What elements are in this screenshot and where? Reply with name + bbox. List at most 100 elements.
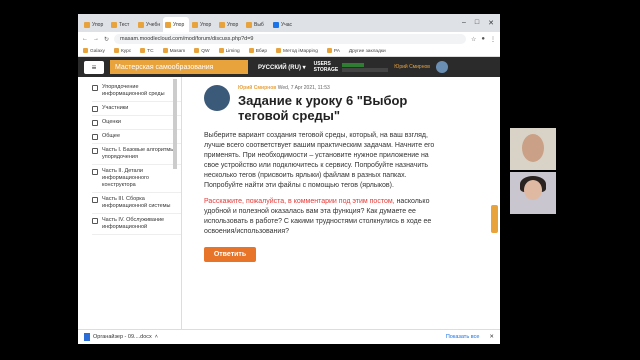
bookmark-label: TC: [147, 48, 154, 54]
favicon-icon: [246, 21, 252, 28]
hamburger-menu-icon[interactable]: ≡: [84, 60, 104, 74]
bookmark-icon: [140, 48, 146, 54]
sidebar-item[interactable]: Оценки: [92, 116, 181, 130]
window-controls: – □ ✕: [456, 19, 500, 32]
course-sidebar: Упорядочение информационной среды Участн…: [78, 77, 182, 329]
address-bar: ← → ↻ masam.moodlecloud.com/mod/forum/di…: [78, 32, 500, 46]
bookmark[interactable]: Вбир: [248, 48, 267, 54]
bookmark-other[interactable]: Другие закладки: [349, 49, 386, 54]
participant-face: [524, 180, 542, 200]
favicon-icon: [165, 21, 171, 28]
favicon-icon: [192, 21, 198, 28]
sidebar-item[interactable]: Часть III. Сборка информационной системы: [92, 193, 181, 214]
storage-bars: [342, 62, 389, 72]
sidebar-item[interactable]: Упорядочение информационной среды: [92, 81, 181, 102]
tab[interactable]: Упор: [82, 17, 108, 32]
sidebar-item[interactable]: Общее: [92, 130, 181, 144]
author-avatar[interactable]: [204, 85, 230, 111]
close-icon[interactable]: ✕: [488, 19, 494, 27]
tab-label: Тест: [119, 21, 130, 28]
chevron-up-icon[interactable]: ˄: [155, 334, 158, 340]
page-content: Упорядочение информационной среды Участн…: [78, 77, 500, 329]
drawer-toggle[interactable]: [491, 205, 498, 233]
sidebar-item-label: Часть III. Сборка информационной системы: [102, 196, 171, 209]
download-item[interactable]: Органайзер - 09....docx ˄: [84, 333, 158, 341]
sidebar-scrollbar[interactable]: [173, 79, 177, 169]
grades-icon: [92, 120, 98, 126]
bookmark-icon: [194, 48, 200, 54]
sidebar-item-label: Участники: [102, 105, 129, 111]
url-field[interactable]: masam.moodlecloud.com/mod/forum/discuss.…: [114, 34, 466, 44]
post-author[interactable]: Юрий Смирнов: [238, 85, 276, 91]
folder-icon: [92, 134, 98, 140]
tab[interactable]: Упор: [190, 17, 216, 32]
post-question: Расскажите, пожалуйста, в комментарии по…: [204, 197, 436, 237]
sidebar-item[interactable]: Часть IV. Обслуживание информационной: [92, 214, 181, 235]
users-storage-label: USERS STORAGE: [314, 61, 339, 73]
bookmark[interactable]: Liming: [218, 48, 240, 54]
favicon-icon: [273, 21, 279, 28]
bookmark-label: Вбир: [255, 48, 267, 54]
bookmark[interactable]: Galaxy: [83, 48, 105, 54]
tab[interactable]: Учебн: [136, 17, 162, 32]
back-icon[interactable]: ←: [82, 36, 88, 42]
moodle-navbar: ≡ Мастерская самообразования РУССКИЙ (RU…: [78, 57, 500, 77]
bookmark[interactable]: Masam: [162, 48, 185, 54]
sidebar-item-label: Часть II. Детали информационного констру…: [102, 168, 149, 188]
bookmark-icon: [276, 48, 281, 54]
favicon-icon: [138, 21, 144, 28]
tab-label: Выб: [254, 21, 264, 28]
forum-post: Юрий Смирнов Wed, 7 Apr 2021, 11:53 Зада…: [182, 77, 500, 329]
tab-active[interactable]: Упор: [163, 17, 189, 32]
minimize-icon[interactable]: –: [462, 19, 466, 27]
bookmark-icon: [83, 48, 88, 54]
bookmark-label: Другие закладки: [348, 48, 386, 54]
tab[interactable]: Тест: [109, 17, 135, 32]
language-menu[interactable]: РУССКИЙ (RU) ▾: [258, 64, 306, 71]
bookmark-icon: [113, 48, 119, 54]
folder-icon: [92, 218, 98, 224]
tab-label: Учебн: [146, 21, 161, 28]
favicon-icon: [219, 21, 225, 28]
forward-icon[interactable]: →: [93, 36, 99, 42]
reply-button[interactable]: Ответить: [204, 247, 256, 262]
favicon-icon: [111, 21, 117, 28]
tab[interactable]: Выб: [244, 17, 270, 32]
brand-label: Мастерская самообразования: [115, 63, 214, 71]
bookmark-label: Метод iMapping: [283, 48, 318, 54]
avatar[interactable]: [435, 61, 448, 73]
sidebar-item[interactable]: Часть I. Базовые алгоритмы упорядочения: [92, 144, 181, 165]
bookmark[interactable]: QW: [194, 48, 210, 54]
post-meta: Юрий Смирнов Wed, 7 Apr 2021, 11:53: [238, 85, 500, 91]
folder-icon: [92, 169, 98, 175]
star-icon[interactable]: ☆: [471, 36, 476, 43]
bookmark[interactable]: Курс: [113, 48, 131, 54]
close-icon[interactable]: ✕: [489, 334, 494, 340]
url-text: masam.moodlecloud.com/mod/forum/discuss.…: [120, 36, 254, 42]
bookmark[interactable]: Метод iMapping: [276, 48, 318, 54]
menu-icon[interactable]: ⋮: [490, 36, 496, 43]
address-icons: ☆ ● ⋮: [471, 36, 496, 43]
tab-label: Упор: [173, 21, 185, 28]
post-highlight: Расскажите, пожалуйста, в комментарии по…: [204, 198, 395, 205]
browser-window: Упор Тест Учебн Упор Упор Упор Выб Учас …: [78, 14, 500, 344]
tab-label: Учас: [281, 21, 293, 28]
tab[interactable]: Упор: [217, 17, 243, 32]
sidebar-item[interactable]: Участники: [92, 102, 181, 116]
bookmark-icon: [162, 48, 168, 54]
sidebar-item[interactable]: Часть II. Детали информационного констру…: [92, 165, 181, 193]
site-brand[interactable]: Мастерская самообразования: [110, 60, 248, 74]
show-all-button[interactable]: Показать все: [446, 334, 480, 340]
storage-bar: [342, 67, 389, 72]
maximize-icon[interactable]: □: [475, 19, 479, 27]
post-date: Wed, 7 Apr 2021, 11:53: [277, 85, 330, 91]
bookmark[interactable]: TC: [140, 48, 154, 54]
user-name[interactable]: Юрий Смирнов: [394, 64, 430, 70]
bookmark-label: QW: [201, 48, 210, 54]
bookmark[interactable]: PA: [326, 48, 340, 54]
folder-icon: [92, 148, 98, 154]
profile-icon[interactable]: ●: [481, 36, 485, 43]
reload-icon[interactable]: ↻: [104, 36, 109, 43]
language-label: РУССКИЙ (RU): [258, 64, 301, 71]
tab[interactable]: Учас: [271, 17, 297, 32]
